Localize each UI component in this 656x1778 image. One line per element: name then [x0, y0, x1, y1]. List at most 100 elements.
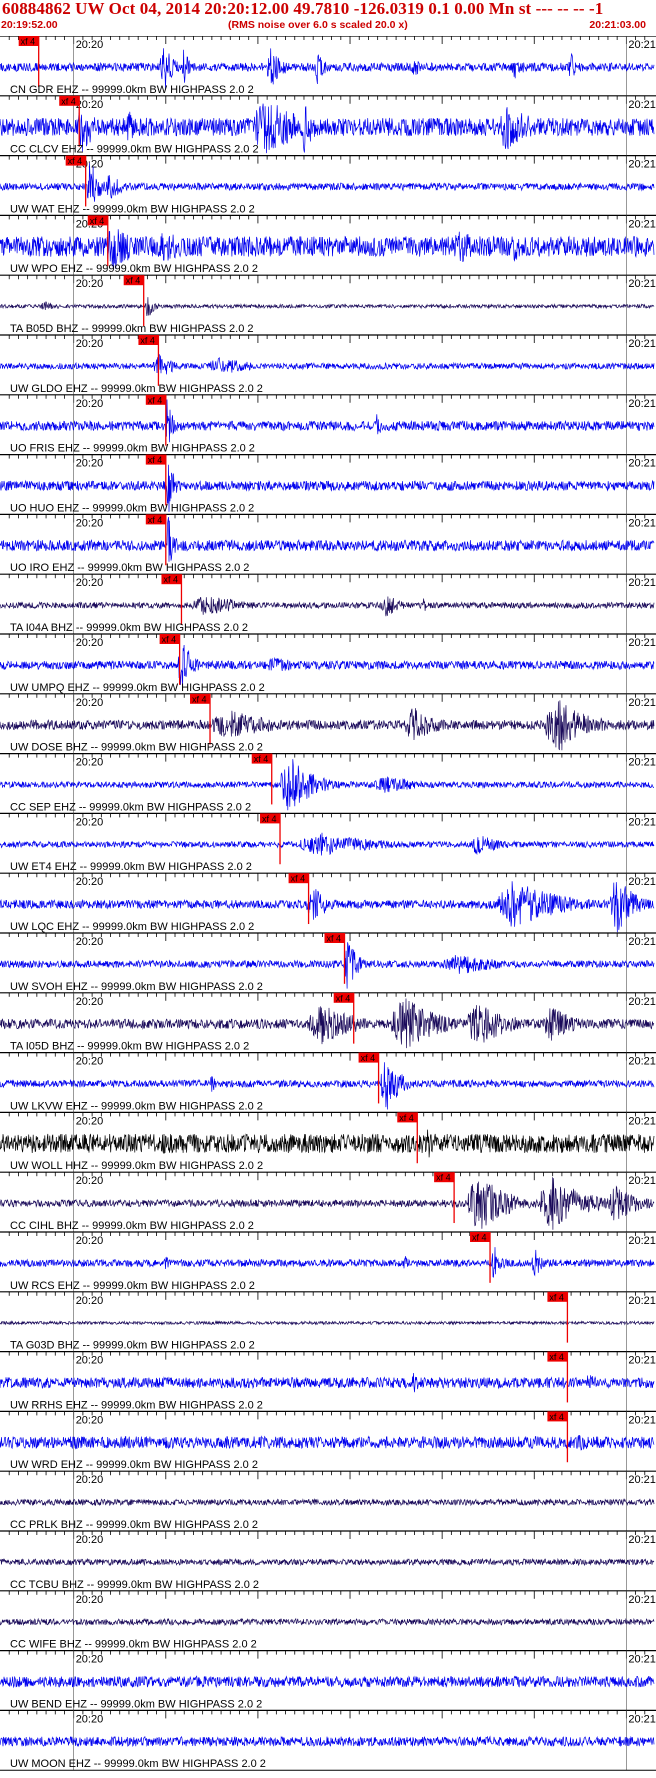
minute-tick-label: 20:21	[628, 1654, 656, 1666]
trace-panel: 20:20 20:21 xf 4 UO IRO EHZ -- 99999.0km BW…	[0, 513, 656, 575]
station-label: UW WAT EHZ -- 99999.0km BW HIGHPASS 2.0 …	[10, 203, 255, 215]
trace-panel: 20:20 20:21 xf 4 UW RRHS EHZ -- 99999.0km B…	[0, 1350, 656, 1412]
pick-label: xf 4	[148, 395, 163, 405]
minute-tick-label: 20:21	[628, 816, 656, 828]
trace-panel: 20:20 20:21 xf 4 UW UMPQ EHZ -- 99999.0km B…	[0, 633, 656, 694]
station-label: UO IRO EHZ -- 99999.0km BW HIGHPASS 2.0 …	[10, 562, 249, 574]
trace-panel: 20:20 20:21 xf 4 TA B05D BHZ -- 99999.0km B…	[0, 274, 656, 335]
minute-tick-label: 20:20	[76, 1594, 104, 1606]
trace-panel: 20:20 20:21 xf 4 TA G03D BHZ -- 99999.0km B…	[0, 1291, 656, 1352]
minute-tick-label: 20:21	[628, 1534, 656, 1546]
station-label: TA I05D BHZ -- 99999.0km BW HIGHPASS 2.0…	[10, 1041, 249, 1053]
station-label: UW WOLL HHZ -- 99999.0km BW HIGHPASS 2.0…	[10, 1160, 263, 1172]
station-label: UW ET4 EHZ -- 99999.0km BW HIGHPASS 2.0 …	[10, 861, 252, 873]
trace-panel: 20:20 20:21 xf 4 TA I04A BHZ -- 99999.0km B…	[0, 573, 656, 634]
pick-label: xf 4	[472, 1233, 487, 1243]
trace-panel: 20:20 20:21 CC WIFE BHZ -- 99999.0km BW HI…	[0, 1590, 656, 1651]
pick-label: xf 4	[61, 96, 76, 106]
minute-tick-label: 20:21	[628, 1175, 656, 1187]
pick-label: xf 4	[549, 1352, 564, 1362]
pick-label: xf 4	[148, 455, 163, 465]
station-label: UW LQC EHZ -- 99999.0km BW HIGHPASS 2.0 …	[10, 921, 254, 933]
event-title: 60884862 UW Oct 04, 2014 20:20:12.00 49.…	[2, 0, 604, 18]
minute-tick-label: 20:21	[628, 218, 656, 230]
station-label: UW GLDO EHZ -- 99999.0km BW HIGHPASS 2.0…	[10, 383, 263, 395]
minute-tick-label: 20:21	[628, 996, 656, 1008]
minute-tick-label: 20:21	[628, 1235, 656, 1247]
minute-tick-label: 20:21	[628, 876, 656, 888]
waveform	[0, 832, 655, 856]
minute-tick-label: 20:20	[76, 1175, 104, 1187]
pick-label: xf 4	[361, 1053, 376, 1063]
pick-label: xf 4	[327, 934, 342, 944]
trace-panel: 20:20 20:21 xf 4 TA I05D BHZ -- 99999.0km B…	[0, 992, 656, 1053]
trace-panel: 20:20 20:21 xf 4 UW SVOH EHZ -- 99999.0km B…	[0, 932, 656, 993]
pick-label: xf 4	[192, 694, 207, 704]
minute-tick-label: 20:21	[628, 577, 656, 589]
pick-label: xf 4	[549, 1412, 564, 1422]
minute-tick-label: 20:21	[628, 278, 656, 290]
start-time-label: 20:19:52.00	[1, 19, 58, 31]
minute-tick-label: 20:21	[628, 398, 656, 410]
minute-tick-label: 20:20	[76, 1713, 104, 1725]
minute-tick-label: 20:20	[76, 278, 104, 290]
waveform	[0, 1320, 655, 1326]
pick-label: xf 4	[436, 1173, 451, 1183]
minute-tick-label: 20:20	[76, 1355, 104, 1367]
pick-label: xf 4	[21, 37, 36, 47]
station-label: UW DOSE BHZ -- 99999.0km BW HIGHPASS 2.0…	[10, 742, 263, 754]
minute-tick-label: 20:20	[76, 398, 104, 410]
minute-tick-label: 20:21	[628, 1594, 656, 1606]
minute-tick-label: 20:20	[76, 1414, 104, 1426]
minute-tick-label: 20:20	[76, 517, 104, 529]
pick-label: xf 4	[254, 754, 269, 764]
station-label: UW LKVW EHZ -- 99999.0km BW HIGHPASS 2.0…	[10, 1100, 263, 1112]
trace-panel: 20:20 20:21 xf 4 UW DOSE BHZ -- 99999.0km B…	[0, 693, 656, 754]
minute-tick-label: 20:20	[76, 39, 104, 51]
trace-panel: 20:20 20:21 xf 4 UW GLDO EHZ -- 99999.0km B…	[0, 334, 656, 395]
minute-tick-label: 20:20	[76, 996, 104, 1008]
waveform	[0, 1617, 655, 1627]
waveform	[0, 1675, 655, 1689]
minute-tick-label: 20:21	[628, 1355, 656, 1367]
minute-tick-label: 20:20	[76, 458, 104, 470]
minute-tick-label: 20:20	[76, 1115, 104, 1127]
station-label: CC TCBU BHZ -- 99999.0km BW HIGHPASS 2.0…	[10, 1579, 259, 1591]
pick-label: xf 4	[148, 515, 163, 525]
pick-label: xf 4	[90, 216, 105, 226]
minute-tick-label: 20:20	[76, 338, 104, 350]
waveform	[0, 354, 655, 375]
station-label: UW RCS EHZ -- 99999.0km BW HIGHPASS 2.0 …	[10, 1280, 255, 1292]
station-label: UW UMPQ EHZ -- 99999.0km BW HIGHPASS 2.0…	[10, 682, 265, 694]
station-label: CC CIHL BHZ -- 99999.0km BW HIGHPASS 2.0…	[10, 1220, 254, 1232]
pick-label: xf 4	[162, 635, 177, 645]
waveform	[0, 1372, 655, 1393]
trace-panel: 20:20 20:21 xf 4 CN GDR EHZ -- 99999.0km BW…	[0, 36, 656, 96]
minute-tick-label: 20:21	[628, 39, 656, 51]
trace-panel: 20:20 20:21 xf 4 UW WRD EHZ -- 99999.0km BW…	[0, 1410, 656, 1472]
station-label: UW WPO EHZ -- 99999.0km BW HIGHPASS 2.0 …	[10, 263, 258, 275]
trace-panel: 20:20 20:21 xf 4 UW LKVW EHZ -- 99999.0km B…	[0, 1051, 656, 1113]
minute-tick-label: 20:20	[76, 1235, 104, 1247]
minute-tick-label: 20:20	[76, 1654, 104, 1666]
station-label: CC CLCV EHZ -- 99999.0km BW HIGHPASS 2.0…	[10, 144, 259, 156]
trace-panel: 20:20 20:21 xf 4 CC SEP EHZ -- 99999.0km BW…	[0, 752, 656, 814]
waveform	[0, 1129, 655, 1158]
minute-tick-label: 20:21	[628, 697, 656, 709]
station-label: UO FRIS EHZ -- 99999.0km BW HIGHPASS 2.0…	[10, 443, 255, 455]
minute-tick-label: 20:21	[628, 517, 656, 529]
minute-tick-label: 20:20	[76, 1295, 104, 1307]
pick-label: xf 4	[262, 814, 277, 824]
trace-panel: 20:20 20:21 xf 4 UW RCS EHZ -- 99999.0km BW…	[0, 1231, 656, 1292]
minute-tick-label: 20:21	[628, 1713, 656, 1725]
trace-panel: 20:20 20:21 xf 4 UW ET4 EHZ -- 99999.0km BW…	[0, 812, 656, 874]
trace-panel: 20:20 20:21 CC TCBU BHZ -- 99999.0km BW HI…	[0, 1530, 656, 1591]
waveform	[0, 1498, 655, 1507]
station-label: UW WRD EHZ -- 99999.0km BW HIGHPASS 2.0 …	[10, 1459, 258, 1471]
station-label: UW BEND EHZ -- 99999.0km BW HIGHPASS 2.0…	[10, 1698, 262, 1710]
minute-tick-label: 20:20	[76, 936, 104, 948]
trace-panel: 20:2020:21xf 4UW WPO EHZ -- 99999.0km BW…	[0, 214, 656, 275]
minute-tick-label: 20:20	[76, 697, 104, 709]
minute-tick-label: 20:20	[76, 757, 104, 769]
pick-label: xf 4	[549, 1292, 564, 1302]
